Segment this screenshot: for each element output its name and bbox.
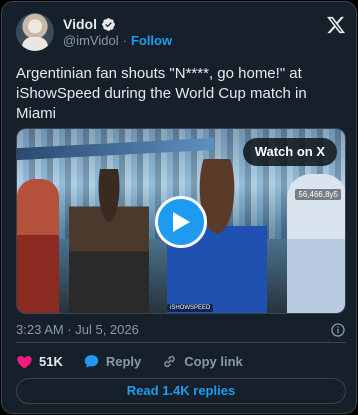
heart-icon [17, 355, 32, 368]
copy-link-label: Copy link [184, 353, 243, 369]
author-name[interactable]: Vidol [63, 16, 97, 32]
reply-button[interactable]: Reply [83, 353, 141, 370]
person-figure [69, 169, 149, 313]
verified-badge-icon [102, 17, 115, 31]
separator-dot: · [122, 33, 127, 48]
avatar[interactable] [16, 13, 54, 51]
x-logo-icon[interactable] [326, 15, 346, 35]
timestamp[interactable]: 3:23 AM · Jul 5, 2026 [16, 322, 139, 337]
action-bar: 51K Reply Copy link [16, 352, 263, 370]
info-icon[interactable] [330, 322, 346, 338]
author-name-row: Vidol [63, 16, 116, 32]
tweet-header: Vidol @imVidol · Follow [16, 13, 346, 53]
play-button[interactable] [155, 196, 207, 248]
tweet-meta: 3:23 AM · Jul 5, 2026 [16, 322, 346, 338]
video-player[interactable]: Watch on X 56,466,8y5 iSHOWSPEED [16, 128, 346, 314]
tweet-card: Vidol @imVidol · Follow Argentinian fan … [1, 1, 357, 414]
person-figure [17, 179, 59, 313]
tweet-text: Argentinian fan shouts "N****, go home!"… [16, 65, 307, 122]
author-handle[interactable]: @imVidol [63, 33, 119, 48]
divider [16, 342, 346, 343]
reply-label: Reply [105, 353, 142, 369]
link-icon [164, 355, 176, 367]
play-icon [173, 212, 190, 232]
follow-button[interactable]: Follow [131, 33, 172, 48]
likes-count: 51K [39, 353, 63, 369]
like-button[interactable]: 51K [16, 353, 63, 370]
handle-row: @imVidol · Follow [63, 33, 172, 48]
reply-bubble-icon [84, 354, 99, 368]
view-counter-overlay: 56,466,8y5 [295, 189, 341, 200]
read-replies-button[interactable]: Read 1.4K replies [16, 378, 346, 404]
watch-on-x-button[interactable]: Watch on X [242, 138, 337, 166]
copy-link-button[interactable]: Copy link [161, 353, 243, 370]
watermark-tag: iSHOWSPEED [167, 304, 214, 312]
